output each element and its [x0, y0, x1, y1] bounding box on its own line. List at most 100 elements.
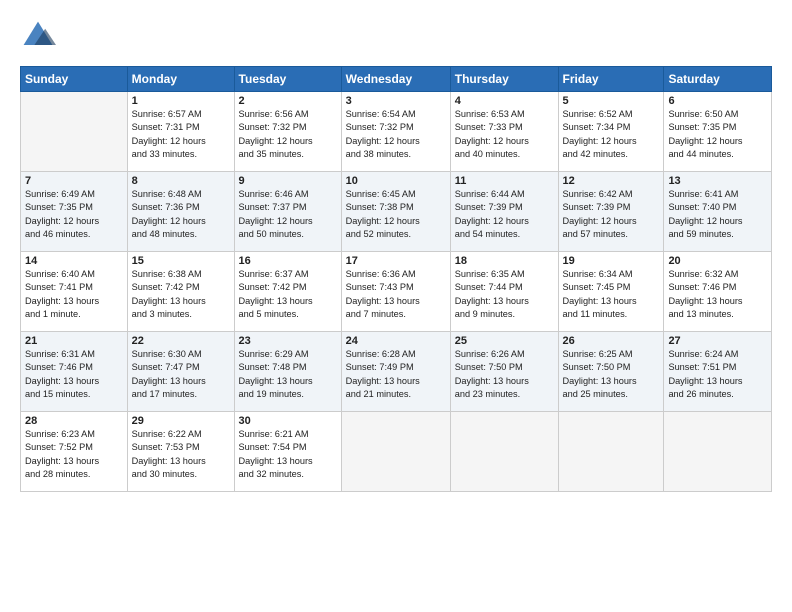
calendar-cell: 4Sunrise: 6:53 AM Sunset: 7:33 PM Daylig… — [450, 92, 558, 172]
day-number: 19 — [563, 255, 660, 267]
weekday-header-wednesday: Wednesday — [341, 67, 450, 92]
day-number: 11 — [455, 175, 554, 187]
calendar-cell: 17Sunrise: 6:36 AM Sunset: 7:43 PM Dayli… — [341, 252, 450, 332]
day-number: 18 — [455, 255, 554, 267]
day-info: Sunrise: 6:45 AM Sunset: 7:38 PM Dayligh… — [346, 188, 446, 241]
day-info: Sunrise: 6:44 AM Sunset: 7:39 PM Dayligh… — [455, 188, 554, 241]
day-info: Sunrise: 6:49 AM Sunset: 7:35 PM Dayligh… — [25, 188, 123, 241]
calendar-cell: 15Sunrise: 6:38 AM Sunset: 7:42 PM Dayli… — [127, 252, 234, 332]
weekday-header-sunday: Sunday — [21, 67, 128, 92]
calendar-cell: 14Sunrise: 6:40 AM Sunset: 7:41 PM Dayli… — [21, 252, 128, 332]
day-number: 25 — [455, 335, 554, 347]
day-info: Sunrise: 6:37 AM Sunset: 7:42 PM Dayligh… — [239, 268, 337, 321]
day-number: 27 — [668, 335, 767, 347]
calendar-cell: 23Sunrise: 6:29 AM Sunset: 7:48 PM Dayli… — [234, 332, 341, 412]
calendar-cell — [450, 412, 558, 492]
day-info: Sunrise: 6:41 AM Sunset: 7:40 PM Dayligh… — [668, 188, 767, 241]
day-info: Sunrise: 6:25 AM Sunset: 7:50 PM Dayligh… — [563, 348, 660, 401]
day-info: Sunrise: 6:29 AM Sunset: 7:48 PM Dayligh… — [239, 348, 337, 401]
calendar-cell: 28Sunrise: 6:23 AM Sunset: 7:52 PM Dayli… — [21, 412, 128, 492]
calendar-cell: 24Sunrise: 6:28 AM Sunset: 7:49 PM Dayli… — [341, 332, 450, 412]
day-number: 20 — [668, 255, 767, 267]
day-number: 17 — [346, 255, 446, 267]
day-info: Sunrise: 6:54 AM Sunset: 7:32 PM Dayligh… — [346, 108, 446, 161]
day-number: 7 — [25, 175, 123, 187]
calendar-cell: 8Sunrise: 6:48 AM Sunset: 7:36 PM Daylig… — [127, 172, 234, 252]
day-number: 28 — [25, 415, 123, 427]
day-info: Sunrise: 6:28 AM Sunset: 7:49 PM Dayligh… — [346, 348, 446, 401]
calendar-cell: 19Sunrise: 6:34 AM Sunset: 7:45 PM Dayli… — [558, 252, 664, 332]
header — [20, 18, 772, 54]
day-info: Sunrise: 6:56 AM Sunset: 7:32 PM Dayligh… — [239, 108, 337, 161]
calendar-cell: 18Sunrise: 6:35 AM Sunset: 7:44 PM Dayli… — [450, 252, 558, 332]
calendar-cell: 20Sunrise: 6:32 AM Sunset: 7:46 PM Dayli… — [664, 252, 772, 332]
calendar-cell — [664, 412, 772, 492]
weekday-header-friday: Friday — [558, 67, 664, 92]
day-number: 9 — [239, 175, 337, 187]
day-info: Sunrise: 6:36 AM Sunset: 7:43 PM Dayligh… — [346, 268, 446, 321]
day-number: 22 — [132, 335, 230, 347]
calendar-cell — [558, 412, 664, 492]
calendar-week-row: 7Sunrise: 6:49 AM Sunset: 7:35 PM Daylig… — [21, 172, 772, 252]
calendar-cell: 13Sunrise: 6:41 AM Sunset: 7:40 PM Dayli… — [664, 172, 772, 252]
calendar-cell: 27Sunrise: 6:24 AM Sunset: 7:51 PM Dayli… — [664, 332, 772, 412]
day-number: 6 — [668, 95, 767, 107]
calendar-cell: 2Sunrise: 6:56 AM Sunset: 7:32 PM Daylig… — [234, 92, 341, 172]
day-info: Sunrise: 6:21 AM Sunset: 7:54 PM Dayligh… — [239, 428, 337, 481]
day-number: 24 — [346, 335, 446, 347]
day-info: Sunrise: 6:34 AM Sunset: 7:45 PM Dayligh… — [563, 268, 660, 321]
calendar-cell — [341, 412, 450, 492]
day-number: 30 — [239, 415, 337, 427]
calendar-cell: 16Sunrise: 6:37 AM Sunset: 7:42 PM Dayli… — [234, 252, 341, 332]
calendar-cell: 26Sunrise: 6:25 AM Sunset: 7:50 PM Dayli… — [558, 332, 664, 412]
page: SundayMondayTuesdayWednesdayThursdayFrid… — [0, 0, 792, 502]
logo-icon — [20, 18, 56, 54]
day-info: Sunrise: 6:57 AM Sunset: 7:31 PM Dayligh… — [132, 108, 230, 161]
day-number: 23 — [239, 335, 337, 347]
calendar-week-row: 21Sunrise: 6:31 AM Sunset: 7:46 PM Dayli… — [21, 332, 772, 412]
day-info: Sunrise: 6:52 AM Sunset: 7:34 PM Dayligh… — [563, 108, 660, 161]
day-info: Sunrise: 6:46 AM Sunset: 7:37 PM Dayligh… — [239, 188, 337, 241]
calendar-cell: 22Sunrise: 6:30 AM Sunset: 7:47 PM Dayli… — [127, 332, 234, 412]
logo — [20, 18, 58, 54]
calendar-cell: 3Sunrise: 6:54 AM Sunset: 7:32 PM Daylig… — [341, 92, 450, 172]
day-info: Sunrise: 6:53 AM Sunset: 7:33 PM Dayligh… — [455, 108, 554, 161]
day-info: Sunrise: 6:42 AM Sunset: 7:39 PM Dayligh… — [563, 188, 660, 241]
day-number: 3 — [346, 95, 446, 107]
day-info: Sunrise: 6:22 AM Sunset: 7:53 PM Dayligh… — [132, 428, 230, 481]
day-info: Sunrise: 6:23 AM Sunset: 7:52 PM Dayligh… — [25, 428, 123, 481]
weekday-header-tuesday: Tuesday — [234, 67, 341, 92]
day-number: 21 — [25, 335, 123, 347]
calendar-cell: 9Sunrise: 6:46 AM Sunset: 7:37 PM Daylig… — [234, 172, 341, 252]
day-info: Sunrise: 6:50 AM Sunset: 7:35 PM Dayligh… — [668, 108, 767, 161]
day-number: 10 — [346, 175, 446, 187]
day-info: Sunrise: 6:38 AM Sunset: 7:42 PM Dayligh… — [132, 268, 230, 321]
calendar-week-row: 1Sunrise: 6:57 AM Sunset: 7:31 PM Daylig… — [21, 92, 772, 172]
calendar-table: SundayMondayTuesdayWednesdayThursdayFrid… — [20, 66, 772, 492]
calendar-cell: 30Sunrise: 6:21 AM Sunset: 7:54 PM Dayli… — [234, 412, 341, 492]
calendar-cell: 5Sunrise: 6:52 AM Sunset: 7:34 PM Daylig… — [558, 92, 664, 172]
weekday-header-row: SundayMondayTuesdayWednesdayThursdayFrid… — [21, 67, 772, 92]
day-info: Sunrise: 6:40 AM Sunset: 7:41 PM Dayligh… — [25, 268, 123, 321]
calendar-week-row: 28Sunrise: 6:23 AM Sunset: 7:52 PM Dayli… — [21, 412, 772, 492]
day-number: 8 — [132, 175, 230, 187]
day-number: 5 — [563, 95, 660, 107]
day-number: 26 — [563, 335, 660, 347]
day-number: 14 — [25, 255, 123, 267]
day-number: 16 — [239, 255, 337, 267]
calendar-cell: 21Sunrise: 6:31 AM Sunset: 7:46 PM Dayli… — [21, 332, 128, 412]
day-info: Sunrise: 6:32 AM Sunset: 7:46 PM Dayligh… — [668, 268, 767, 321]
calendar-cell — [21, 92, 128, 172]
weekday-header-saturday: Saturday — [664, 67, 772, 92]
day-info: Sunrise: 6:30 AM Sunset: 7:47 PM Dayligh… — [132, 348, 230, 401]
calendar-cell: 29Sunrise: 6:22 AM Sunset: 7:53 PM Dayli… — [127, 412, 234, 492]
calendar-cell: 25Sunrise: 6:26 AM Sunset: 7:50 PM Dayli… — [450, 332, 558, 412]
day-number: 13 — [668, 175, 767, 187]
day-info: Sunrise: 6:48 AM Sunset: 7:36 PM Dayligh… — [132, 188, 230, 241]
day-number: 29 — [132, 415, 230, 427]
calendar-cell: 11Sunrise: 6:44 AM Sunset: 7:39 PM Dayli… — [450, 172, 558, 252]
day-info: Sunrise: 6:35 AM Sunset: 7:44 PM Dayligh… — [455, 268, 554, 321]
weekday-header-thursday: Thursday — [450, 67, 558, 92]
calendar-cell: 12Sunrise: 6:42 AM Sunset: 7:39 PM Dayli… — [558, 172, 664, 252]
calendar-cell: 1Sunrise: 6:57 AM Sunset: 7:31 PM Daylig… — [127, 92, 234, 172]
